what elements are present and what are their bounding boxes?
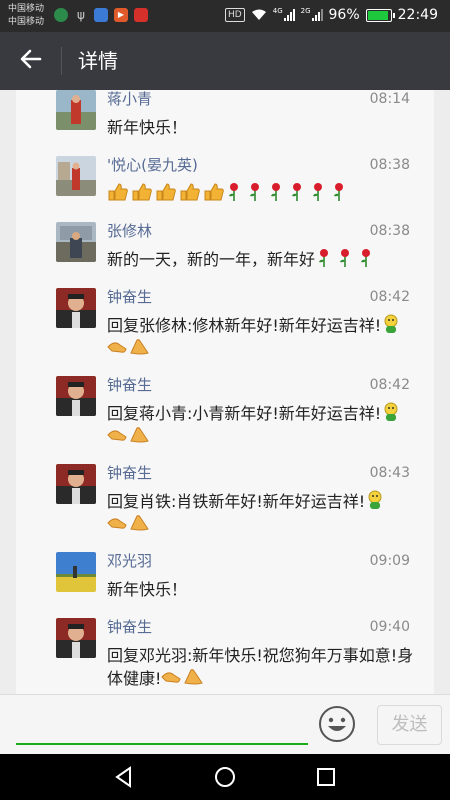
commenter-name[interactable]: 张修林	[107, 222, 152, 240]
comment-text: 新年快乐！	[107, 580, 188, 599]
app-notification-icon	[54, 8, 68, 22]
rose-icon	[229, 183, 343, 201]
clock: 22:49	[397, 7, 438, 23]
commenter-name[interactable]: 钟奋生	[107, 376, 152, 394]
app-notification-icon	[94, 8, 108, 22]
comment-text-content: 新的一天，新的一年，新年好	[107, 250, 316, 269]
comment-text-content: 回复蒋小青:小青新年好!新年好运吉祥!	[107, 404, 382, 423]
commenter-name[interactable]: 蒋小青	[107, 90, 152, 108]
comment-text: 新的一天，新的一年，新年好	[107, 248, 425, 271]
comment-text-content: 回复邓光羽:新年快乐!祝您狗年万事如意!身体健康!	[107, 646, 414, 688]
commenter-name[interactable]: 钟奋生	[107, 618, 152, 636]
carrier-info: 中国移动 中国移动	[8, 3, 44, 29]
rose-icon	[319, 249, 371, 267]
avatar[interactable]	[56, 288, 96, 328]
handshake-icon	[161, 669, 204, 685]
signal-2-icon	[311, 9, 323, 21]
handshake-icon	[107, 427, 149, 443]
comment-text-content: 回复肖铁:肖铁新年好!新年好运吉祥!	[107, 492, 366, 511]
status-bar: 中国移动 中国移动 ψ ▶ HD 4G 2G 96% 22:49	[0, 0, 450, 32]
nav-home-icon[interactable]	[211, 763, 239, 791]
appbar-divider	[61, 47, 62, 75]
battery-percent: 96%	[328, 7, 360, 23]
comment-time: 08:43	[369, 465, 410, 481]
comment-time: 08:38	[369, 223, 410, 239]
smiley-emoji-icon	[384, 314, 398, 333]
thumbs-up-icon	[108, 183, 224, 201]
notification-icons: ψ ▶	[54, 8, 148, 22]
comment-text: 回复邓光羽:新年快乐!祝您狗年万事如意!身体健康!	[107, 644, 425, 690]
comment-text	[107, 182, 425, 205]
nav-back-icon[interactable]	[110, 763, 138, 791]
page-title: 详情	[78, 49, 118, 73]
commenter-name[interactable]: 邓光羽	[107, 552, 152, 570]
system-nav-bar	[0, 754, 450, 800]
avatar[interactable]	[56, 376, 96, 416]
handshake-icon	[107, 339, 149, 355]
smiley-emoji-icon	[384, 402, 398, 421]
nav-recents-icon[interactable]	[312, 763, 340, 791]
comments-area[interactable]: 蒋小青 08:14 新年快乐！ '悦心(晏九英) 08:38 张修林 08:38…	[0, 90, 450, 694]
battery-icon	[365, 8, 395, 22]
back-button[interactable]	[16, 46, 46, 76]
comment-time: 08:14	[369, 91, 410, 107]
carrier-2: 中国移动	[8, 17, 45, 27]
commenter-name[interactable]: '悦心(晏九英)	[107, 156, 198, 174]
status-right: HD 4G 2G 96% 22:49	[225, 7, 438, 23]
avatar[interactable]	[56, 90, 96, 130]
commenter-name[interactable]: 钟奋生	[107, 288, 152, 306]
video-app-icon: ▶	[114, 8, 128, 22]
avatar[interactable]	[56, 552, 96, 592]
network-type-1: 4G	[272, 7, 283, 15]
input-underline	[16, 743, 308, 745]
comment-time: 09:40	[369, 619, 410, 635]
network-type-2: 2G	[300, 7, 311, 15]
comment-input[interactable]	[16, 703, 308, 743]
handshake-icon	[107, 515, 149, 531]
emoji-icon[interactable]	[318, 705, 356, 743]
arrow-left-icon	[20, 49, 42, 69]
commenter-name[interactable]: 钟奋生	[107, 464, 152, 482]
carrier-1: 中国移动	[8, 4, 45, 14]
comment-time: 08:42	[369, 289, 410, 305]
send-button[interactable]: 发送	[377, 705, 442, 745]
comment-input-bar: 发送	[0, 694, 450, 755]
comment-time: 09:09	[369, 553, 410, 569]
usb-icon: ψ	[77, 8, 85, 22]
avatar[interactable]	[56, 156, 96, 196]
smiley-emoji-icon	[368, 490, 382, 509]
comment-text: 新年快乐！	[107, 118, 188, 137]
avatar[interactable]	[56, 222, 96, 262]
comments-panel: 蒋小青 08:14 新年快乐！ '悦心(晏九英) 08:38 张修林 08:38…	[16, 90, 434, 694]
comment-text: 回复蒋小青:小青新年好!新年好运吉祥!	[107, 402, 425, 448]
avatar[interactable]	[56, 464, 96, 504]
comment-text: 回复张修林:修林新年好!新年好运吉祥!	[107, 314, 425, 360]
comment-text: 回复肖铁:肖铁新年好!新年好运吉祥!	[107, 490, 425, 536]
hd-icon: HD	[225, 8, 245, 22]
news-app-icon	[134, 8, 148, 22]
app-bar: 详情	[0, 32, 450, 90]
comment-text-content: 回复张修林:修林新年好!新年好运吉祥!	[107, 316, 382, 335]
avatar[interactable]	[56, 618, 96, 658]
signal-1-icon	[283, 9, 295, 21]
comment-time: 08:42	[369, 377, 410, 393]
wifi-icon	[251, 9, 266, 20]
comment-time: 08:38	[369, 157, 410, 173]
